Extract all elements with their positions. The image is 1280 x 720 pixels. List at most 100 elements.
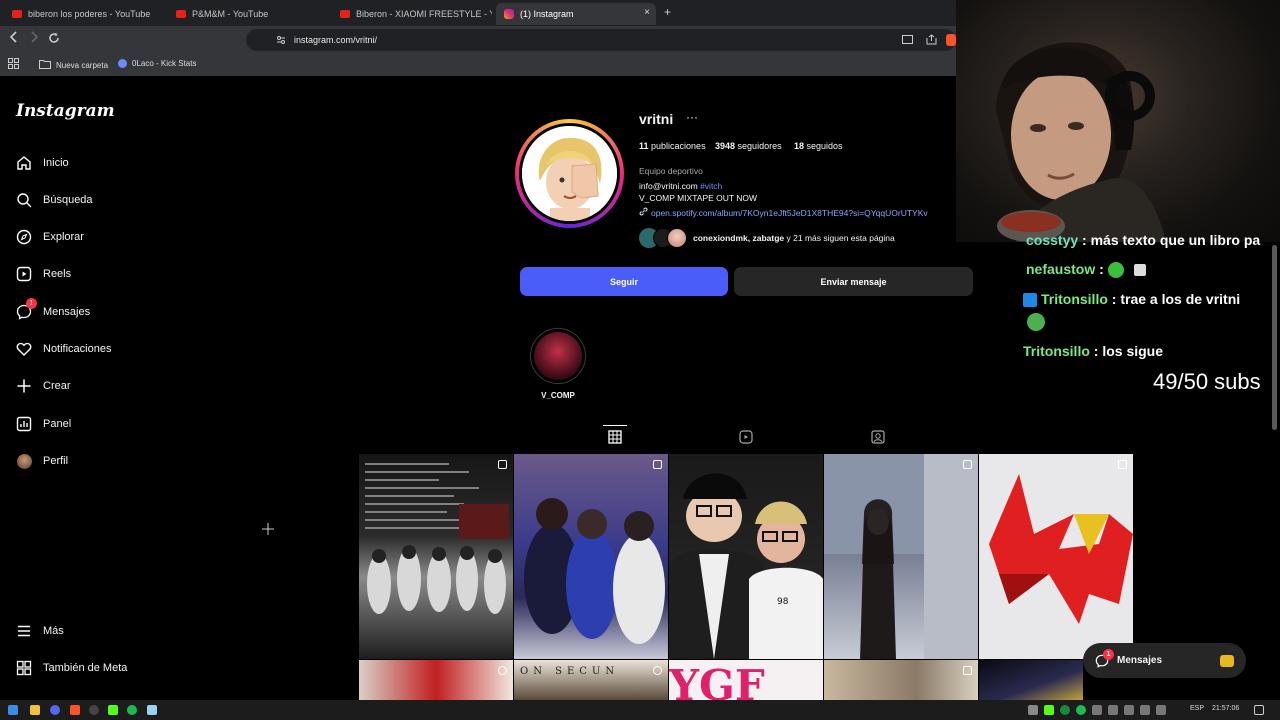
post-thumbnail[interactable] <box>359 454 513 659</box>
post-thumbnail[interactable] <box>514 454 668 659</box>
tab-label: P&M&M - YouTube <box>192 9 269 19</box>
obs-icon[interactable] <box>89 705 99 715</box>
memoji-avatar-image <box>519 123 620 224</box>
nav-busqueda[interactable]: Búsqueda <box>16 192 93 208</box>
followed-by[interactable]: conexiondmk, zabatge y 21 más siguen est… <box>639 228 895 248</box>
post-thumbnail[interactable]: ON SECUN <box>514 660 668 700</box>
nav-explorar[interactable]: Explorar <box>16 229 84 245</box>
clock[interactable]: 21:57:06 <box>1212 705 1239 712</box>
profile-link-text: open.spotify.com/album/7KOyn1eJft5JeD1X8… <box>651 207 928 218</box>
page-scrollbar[interactable] <box>1272 245 1277 430</box>
grid-tab-icon[interactable] <box>608 430 622 444</box>
nav-perfil[interactable]: Perfil <box>16 453 68 469</box>
send-message-button[interactable]: Enviar mensaje <box>734 267 973 296</box>
tab-instagram[interactable]: (1) Instagram × <box>496 3 656 25</box>
youtube-icon <box>340 10 350 18</box>
tray-icon[interactable] <box>1060 705 1070 715</box>
messages-floating-button[interactable]: 1 Mensajes <box>1083 643 1246 678</box>
tab-youtube-1[interactable]: biberon los poderes - YouTube <box>4 3 164 25</box>
post-thumbnail[interactable] <box>824 454 978 659</box>
followers-stat[interactable]: 3948 seguidores <box>715 141 782 151</box>
nav-label: Panel <box>43 418 72 430</box>
discord-icon[interactable] <box>50 705 60 715</box>
chat-text: : los sigue <box>1089 343 1164 359</box>
highlight-cover <box>534 332 582 380</box>
followed-by-avatars <box>639 228 687 248</box>
nav-mas[interactable]: Más <box>16 623 64 639</box>
profile-category: Equipo deportivo <box>639 166 703 176</box>
post-thumbnail[interactable] <box>979 660 1083 700</box>
messages-label: Mensajes <box>1117 655 1163 666</box>
profile-hashtag[interactable]: #vitch <box>700 181 722 191</box>
new-tab-button[interactable]: + <box>664 5 671 19</box>
profile-link[interactable]: open.spotify.com/album/7KOyn1eJft5JeD1X8… <box>639 207 928 218</box>
follow-button[interactable]: Seguir <box>520 267 728 296</box>
screencast-icon[interactable] <box>902 35 913 46</box>
share-icon[interactable] <box>926 34 937 47</box>
windows-start-icon[interactable] <box>8 705 18 715</box>
nav-reels[interactable]: Reels <box>16 266 71 282</box>
tray-icon[interactable] <box>1124 705 1134 715</box>
instagram-icon <box>504 9 514 19</box>
forward-icon[interactable] <box>29 31 39 46</box>
tray-icon[interactable] <box>1140 705 1150 715</box>
nav-mensajes[interactable]: 1 Mensajes <box>16 298 90 320</box>
post-thumbnail[interactable] <box>824 660 978 700</box>
tray-icon[interactable] <box>1108 705 1118 715</box>
nav-label: También de Meta <box>43 662 128 674</box>
site-info-icon[interactable] <box>276 35 286 47</box>
followed-by-rest: y 21 más siguen esta página <box>784 233 895 243</box>
post-thumbnail[interactable] <box>359 660 513 700</box>
notification-badge: 1 <box>1103 648 1114 660</box>
post-thumbnail[interactable]: 98 <box>669 454 823 659</box>
bookmark-nueva-carpeta[interactable]: Nueva carpeta <box>39 59 108 71</box>
back-icon[interactable] <box>9 31 19 46</box>
close-tab-icon[interactable]: × <box>644 7 650 18</box>
url-input[interactable]: instagram.com/vritni/ <box>246 29 956 51</box>
streamer-webcam <box>956 0 1280 242</box>
kick-icon[interactable] <box>108 705 118 715</box>
post-thumbnail[interactable] <box>979 454 1133 659</box>
notifications-icon[interactable] <box>1254 705 1264 715</box>
subs-goal-counter: 49/50 subs <box>1153 369 1261 394</box>
bookmark-kick-stats[interactable]: 0Laco - Kick Stats <box>118 59 196 68</box>
instagram-logo[interactable]: Instagram <box>16 101 115 121</box>
youtube-icon <box>12 10 22 18</box>
tagged-tab-icon[interactable] <box>871 430 885 444</box>
tab-youtube-2[interactable]: P&M&M - YouTube <box>168 3 328 25</box>
brave-shield-icon[interactable] <box>946 34 956 46</box>
following-stat[interactable]: 18 seguidos <box>794 141 843 151</box>
nav-panel[interactable]: Panel <box>16 416 71 432</box>
windows-taskbar: ESP 21:57:06 <box>0 700 1280 720</box>
profile-avatar[interactable] <box>515 119 624 228</box>
brave-icon[interactable] <box>70 705 80 715</box>
url-text: instagram.com/vritni/ <box>294 35 378 45</box>
tab-youtube-3[interactable]: Biberon - XIAOMI FREESTYLE - YouTu <box>332 3 492 25</box>
language-indicator[interactable]: ESP <box>1190 705 1204 712</box>
following-count: 18 <box>794 141 805 151</box>
tray-spotify-icon[interactable] <box>1076 705 1086 715</box>
tray-kick-icon[interactable] <box>1044 705 1054 715</box>
posts-stat: 11 publicaciones <box>639 141 706 151</box>
spotify-icon[interactable] <box>127 705 137 715</box>
reels-tab-icon[interactable] <box>739 430 753 444</box>
nav-tambien-de-meta[interactable]: También de Meta <box>16 660 127 676</box>
nav-crear[interactable]: Crear <box>16 378 71 394</box>
file-explorer-icon[interactable] <box>30 705 40 715</box>
tray-icon[interactable] <box>1092 705 1102 715</box>
panel-icon <box>16 416 32 432</box>
story-highlight-v-comp[interactable] <box>530 328 586 384</box>
apps-grid-icon[interactable] <box>8 58 19 71</box>
nav-notificaciones[interactable]: Notificaciones <box>16 341 111 357</box>
notepad-icon[interactable] <box>147 705 157 715</box>
nav-inicio[interactable]: Inicio <box>16 155 69 171</box>
tray-icon[interactable] <box>1028 705 1038 715</box>
post-thumbnail[interactable]: YGF <box>669 660 823 700</box>
following-label: seguidos <box>806 141 843 151</box>
tray-icon[interactable] <box>1156 705 1166 715</box>
address-bar-row: instagram.com/vritni/ <box>0 26 956 54</box>
bookmark-label: Nueva carpeta <box>56 60 109 70</box>
more-options-icon[interactable]: ··· <box>686 110 698 124</box>
reload-icon[interactable] <box>48 32 60 47</box>
link-icon <box>639 207 648 218</box>
